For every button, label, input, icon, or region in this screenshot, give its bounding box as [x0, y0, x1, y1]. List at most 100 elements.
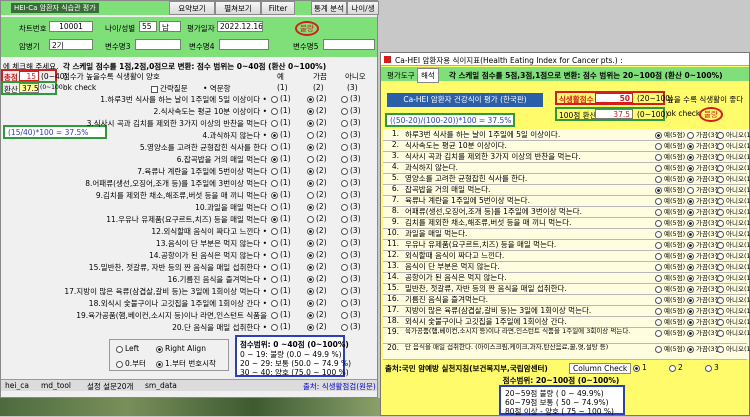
radio-icon[interactable]	[341, 131, 348, 139]
left-answer-option-2[interactable]: (2)	[307, 154, 327, 163]
radio-icon[interactable]	[687, 208, 694, 216]
left-answer-option-1[interactable]: (1)	[271, 274, 291, 283]
left-answer-option-2[interactable]: (2)	[307, 238, 327, 247]
tab-expand[interactable]: 펼쳐보기	[215, 1, 261, 15]
left-answer-option-2[interactable]: (2)	[307, 250, 327, 259]
radio-icon[interactable]	[655, 208, 662, 216]
radio-icon[interactable]	[307, 107, 314, 115]
radio-icon[interactable]	[341, 167, 348, 175]
var3-field[interactable]	[135, 39, 181, 50]
age-field[interactable]: 55	[139, 21, 157, 32]
radio-icon[interactable]	[271, 107, 278, 115]
radio-icon[interactable]	[717, 318, 724, 326]
right-answer-option-1[interactable]: 예(5점)	[655, 316, 685, 326]
radio-icon[interactable]	[717, 142, 724, 150]
right-answer-option-3[interactable]: 아니오(1점)	[717, 239, 750, 249]
right-answer-option-1[interactable]: 예(5점)	[655, 272, 685, 282]
radio-icon[interactable]	[307, 167, 314, 175]
radio-icon[interactable]	[717, 285, 724, 293]
left-answer-option-2[interactable]: (2)	[307, 118, 327, 127]
radio-icon[interactable]	[271, 251, 278, 259]
left-answer-option-2[interactable]: (2)	[307, 298, 327, 307]
radio-icon[interactable]	[655, 252, 662, 260]
radio-icon[interactable]	[271, 215, 278, 223]
zero-base-option[interactable]: 0.부터	[116, 358, 146, 369]
radio-icon[interactable]	[717, 208, 724, 216]
tab-result[interactable]: 해석	[417, 68, 439, 83]
one-base-option[interactable]: 1.부터 번호시작	[156, 358, 216, 369]
radio-icon[interactable]	[271, 179, 278, 187]
radio-icon[interactable]	[271, 323, 278, 331]
radio-icon[interactable]	[341, 203, 348, 211]
radio-icon[interactable]	[271, 311, 278, 319]
radio-icon[interactable]	[687, 175, 694, 183]
status-item-sm-data[interactable]: sm_data	[145, 381, 177, 390]
radio-icon[interactable]	[341, 311, 348, 319]
left-answer-option-3[interactable]: (3)	[341, 166, 361, 175]
radio-icon[interactable]	[687, 186, 694, 194]
radio-icon[interactable]	[687, 274, 694, 282]
radio-icon[interactable]	[655, 142, 662, 150]
left-answer-option-3[interactable]: (3)	[341, 298, 361, 307]
radio-icon[interactable]	[687, 230, 694, 238]
radio-icon[interactable]	[271, 239, 278, 247]
tab-stats[interactable]: 통계 분석	[311, 1, 347, 15]
radio-icon[interactable]	[687, 153, 694, 161]
left-answer-option-1[interactable]: (1)	[271, 202, 291, 211]
radio-icon[interactable]	[341, 155, 348, 163]
var5-field[interactable]	[323, 39, 375, 50]
right-answer-option-1[interactable]: 예(5점)	[655, 151, 685, 161]
radio-icon[interactable]	[687, 142, 694, 150]
left-answer-option-3[interactable]: (3)	[341, 202, 361, 211]
left-answer-option-2[interactable]: (2)	[307, 106, 327, 115]
tab-summary[interactable]: 요약보기	[169, 1, 215, 15]
left-answer-option-1[interactable]: (1)	[271, 142, 291, 151]
radio-icon[interactable]	[655, 197, 662, 205]
left-answer-option-1[interactable]: (1)	[271, 214, 291, 223]
radio-icon[interactable]	[655, 296, 662, 304]
radio-icon[interactable]	[307, 227, 314, 235]
right-answer-option-3[interactable]: 아니오(1점)	[717, 283, 750, 293]
left-answer-option-1[interactable]: (1)	[271, 94, 291, 103]
left-answer-option-2[interactable]: (2)	[307, 178, 327, 187]
left-answer-option-3[interactable]: (3)	[341, 274, 361, 283]
radio-icon[interactable]	[717, 153, 724, 161]
tab-age-sex-group[interactable]: 나이/생별 G	[347, 1, 379, 27]
radio-icon[interactable]	[341, 191, 348, 199]
left-answer-option-1[interactable]: (1)	[271, 250, 291, 259]
right-answer-option-3[interactable]: 아니오(1점)	[717, 129, 750, 139]
radio-icon[interactable]	[271, 299, 278, 307]
right-answer-option-3[interactable]: 아니오(1점)	[717, 228, 750, 238]
radio-icon[interactable]	[271, 143, 278, 151]
radio-icon[interactable]	[307, 251, 314, 259]
radio-icon[interactable]	[307, 239, 314, 247]
radio-icon[interactable]	[341, 179, 348, 187]
radio-icon[interactable]	[717, 263, 724, 271]
right-answer-option-3[interactable]: 아니오(1점)	[717, 151, 750, 161]
sex-select[interactable]: 남	[159, 21, 181, 32]
radio-icon[interactable]	[307, 275, 314, 283]
right-answer-option-3[interactable]: 아니오(1점)	[717, 343, 750, 353]
radio-icon[interactable]	[341, 95, 348, 103]
left-answer-option-1[interactable]: (1)	[271, 226, 291, 235]
left-answer-option-3[interactable]: (3)	[341, 238, 361, 247]
radio-icon[interactable]	[307, 287, 314, 295]
left-answer-option-3[interactable]: (3)	[341, 250, 361, 259]
left-answer-option-1[interactable]: (1)	[271, 190, 291, 199]
radio-icon[interactable]	[341, 107, 348, 115]
radio-icon[interactable]	[271, 287, 278, 295]
radio-icon[interactable]	[271, 95, 278, 103]
radio-icon[interactable]	[271, 203, 278, 211]
status-item-md-tool[interactable]: md_tool	[41, 381, 71, 390]
radio-icon[interactable]	[307, 323, 314, 331]
left-answer-option-3[interactable]: (3)	[341, 142, 361, 151]
radio-icon[interactable]	[687, 329, 694, 337]
left-answer-option-2[interactable]: (2)	[307, 130, 327, 139]
radio-icon[interactable]	[307, 191, 314, 199]
right-answer-option-3[interactable]: 아니오(1점)	[717, 294, 750, 304]
radio-icon[interactable]	[717, 307, 724, 315]
align-left-option[interactable]: Left	[116, 344, 139, 353]
right-answer-option-1[interactable]: 예(5점)	[655, 217, 685, 227]
left-answer-option-3[interactable]: (3)	[341, 226, 361, 235]
left-answer-option-1[interactable]: (1)	[271, 118, 291, 127]
